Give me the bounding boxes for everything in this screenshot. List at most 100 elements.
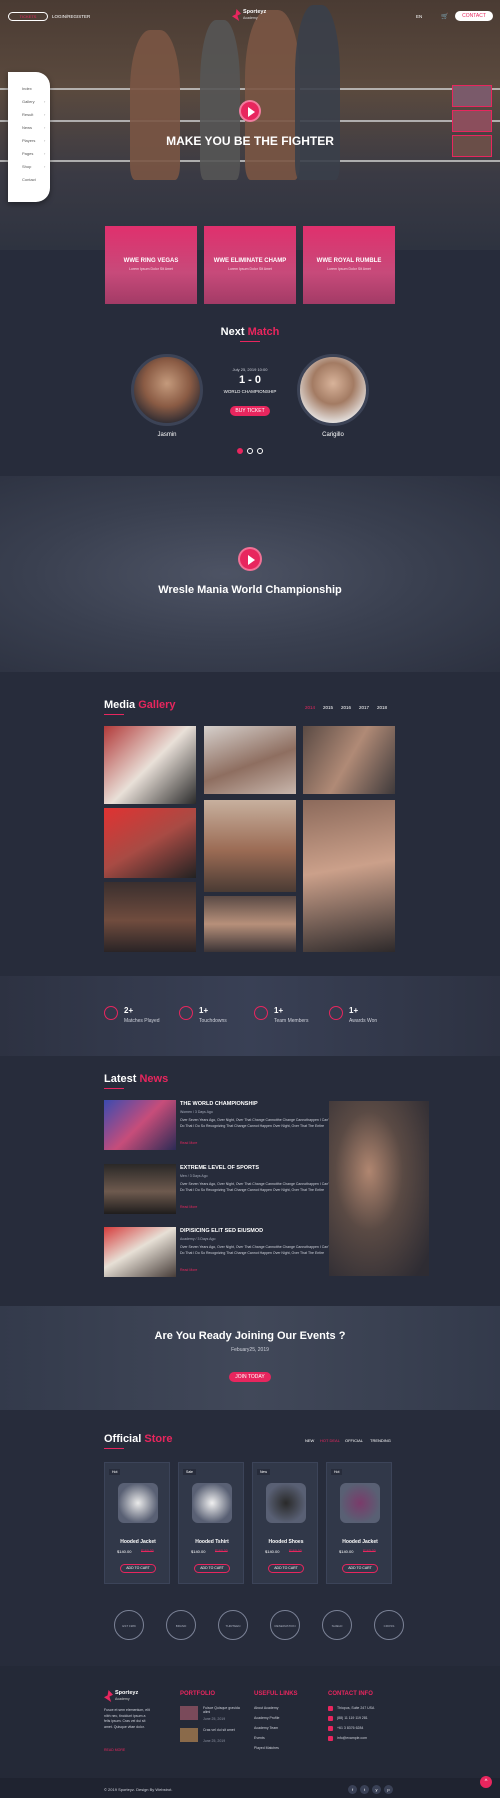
hero-thumb-2[interactable]: [452, 110, 492, 132]
product-image[interactable]: [118, 1483, 158, 1523]
news-title-1[interactable]: THE WORLD CHAMPIONSHIP: [180, 1101, 258, 1107]
partner-logo[interactable]: SHIELD: [322, 1610, 352, 1640]
product-name[interactable]: Hooded Jacket: [327, 1539, 393, 1545]
slider-dot[interactable]: [247, 448, 253, 454]
news-read-more[interactable]: Read More: [180, 1141, 197, 1145]
menu-item[interactable]: Gallery: [22, 99, 52, 104]
portfolio-title[interactable]: Fuisce Quisque gravida alimi: [203, 1706, 243, 1714]
contact-button[interactable]: CONTACT: [455, 11, 493, 21]
news-feature-image[interactable]: [329, 1101, 429, 1276]
menu-item[interactable]: News: [22, 125, 52, 130]
gallery-image[interactable]: [204, 896, 296, 952]
social-icon[interactable]: f: [348, 1785, 357, 1794]
social-icon[interactable]: y: [372, 1785, 381, 1794]
footer-read-more[interactable]: READ MORE: [104, 1748, 125, 1752]
portfolio-thumb[interactable]: [180, 1706, 198, 1720]
product-image[interactable]: [192, 1483, 232, 1523]
news-read-more[interactable]: Read More: [180, 1268, 197, 1272]
year-tab[interactable]: 2016: [341, 705, 351, 710]
login-link[interactable]: LOGIN/REGISTER: [52, 14, 90, 19]
footer-link[interactable]: Played Matches: [254, 1746, 279, 1750]
scroll-top-button[interactable]: ^: [480, 1776, 492, 1788]
store-tab[interactable]: OFFICIAL: [345, 1438, 363, 1443]
news-image[interactable]: [104, 1100, 176, 1150]
portfolio-heading: PORTFOLIO: [180, 1691, 215, 1697]
social-icon[interactable]: t: [360, 1785, 369, 1794]
news-image[interactable]: [104, 1164, 176, 1214]
footer-link[interactable]: About Academy: [254, 1706, 279, 1710]
partner-logo[interactable]: THIRTEEN: [218, 1610, 248, 1640]
product-price: $140.00: [191, 1549, 206, 1554]
hero-thumb-1[interactable]: [452, 85, 492, 107]
news-title-2[interactable]: EXTREME LEVEL OF SPORTS: [180, 1165, 259, 1171]
menu-item[interactable]: Pages: [22, 151, 52, 156]
footer-link[interactable]: Events: [254, 1736, 265, 1740]
player1-avatar[interactable]: [131, 354, 203, 426]
year-tab[interactable]: 2014: [305, 705, 315, 710]
news-title-3[interactable]: DIPISICING ELIT SED EIUSMOD: [180, 1228, 263, 1234]
year-tab[interactable]: 2018: [377, 705, 387, 710]
gallery-image[interactable]: [104, 726, 196, 804]
year-tab[interactable]: 2017: [359, 705, 369, 710]
contact-line: +61 3 8376 6284: [337, 1726, 364, 1730]
footer-link[interactable]: Academy Profile: [254, 1716, 279, 1720]
year-tab[interactable]: 2015: [323, 705, 333, 710]
add-to-cart-button[interactable]: ADD TO CART: [120, 1564, 156, 1573]
product-image[interactable]: [266, 1483, 306, 1523]
product-card[interactable]: New Hooded Shoes $140.00 $160.00 ADD TO CART: [252, 1462, 318, 1584]
gallery-image[interactable]: [303, 800, 395, 952]
product-name[interactable]: Hooded Tshirt: [179, 1539, 245, 1545]
partner-logo[interactable]: BRAND: [166, 1610, 196, 1640]
gallery-image[interactable]: [204, 726, 296, 794]
add-to-cart-button[interactable]: ADD TO CART: [342, 1564, 378, 1573]
buy-ticket-button[interactable]: BUY TICKET: [230, 406, 270, 416]
slider-dot-active[interactable]: [237, 448, 243, 454]
product-name[interactable]: Hooded Jacket: [105, 1539, 171, 1545]
cart-icon[interactable]: 🛒: [441, 13, 448, 20]
store-tab[interactable]: NEW: [305, 1438, 314, 1443]
gallery-image[interactable]: [104, 882, 196, 952]
product-badge: Hot: [331, 1469, 343, 1475]
join-today-button[interactable]: JOIN TODAY: [229, 1372, 271, 1382]
language-select[interactable]: EN: [416, 14, 422, 19]
partner-logo[interactable]: EST 1989: [114, 1610, 144, 1640]
menu-item[interactable]: Index: [22, 86, 52, 91]
stat-label: Touchdowns: [199, 1018, 227, 1024]
partner-logo[interactable]: RESERVATION: [270, 1610, 300, 1640]
player2-avatar[interactable]: [297, 354, 369, 426]
hero-thumb-3[interactable]: [452, 135, 492, 157]
menu-item[interactable]: Contact: [22, 177, 52, 182]
portfolio-title[interactable]: Cras vel dui sit amet: [203, 1728, 243, 1732]
product-name[interactable]: Hooded Shoes: [253, 1539, 319, 1545]
product-card[interactable]: Sale Hooded Tshirt $140.00 $160.00 ADD TO CA…: [178, 1462, 244, 1584]
gallery-image[interactable]: [204, 800, 296, 892]
tickets-button[interactable]: TICKETS: [8, 12, 48, 21]
menu-item[interactable]: Result: [22, 112, 52, 117]
play-button-icon[interactable]: [239, 100, 261, 122]
product-card[interactable]: Hot Hooded Jacket $140.00 $160.00 ADD TO CAR…: [104, 1462, 170, 1584]
card-title: WWE ELIMINATE CHAMP: [213, 258, 287, 264]
banner-play-icon[interactable]: [238, 547, 262, 571]
contact-line: info@example.com: [337, 1736, 368, 1740]
slider-dot[interactable]: [257, 448, 263, 454]
store-tab[interactable]: HOT DEAL: [320, 1438, 340, 1443]
store-tab[interactable]: TRENDING: [370, 1438, 391, 1443]
menu-item[interactable]: Shop: [22, 164, 52, 169]
event-card[interactable]: WWE RING VEGAS Lorem Ipsum Dolor Sit Amet: [105, 226, 197, 304]
event-card[interactable]: WWE ROYAL RUMBLE Lorem Ipsum Dolor Sit Am…: [303, 226, 395, 304]
footer-link[interactable]: Academy Team: [254, 1726, 278, 1730]
news-image[interactable]: [104, 1227, 176, 1277]
brand-name[interactable]: Sporteyz: [243, 9, 266, 15]
social-icon[interactable]: p: [384, 1785, 393, 1794]
portfolio-thumb[interactable]: [180, 1728, 198, 1742]
event-card[interactable]: WWE ELIMINATE CHAMP Lorem Ipsum Dolor Sit…: [204, 226, 296, 304]
product-image[interactable]: [340, 1483, 380, 1523]
product-card[interactable]: Hot Hooded Jacket $140.00 $160.00 ADD TO CAR…: [326, 1462, 392, 1584]
gallery-image[interactable]: [303, 726, 395, 794]
gallery-image[interactable]: [104, 808, 196, 878]
news-read-more[interactable]: Read More: [180, 1205, 197, 1209]
add-to-cart-button[interactable]: ADD TO CART: [268, 1564, 304, 1573]
add-to-cart-button[interactable]: ADD TO CART: [194, 1564, 230, 1573]
footer-brand[interactable]: Sporteyz: [115, 1690, 138, 1696]
partner-logo[interactable]: CROSS: [374, 1610, 404, 1640]
